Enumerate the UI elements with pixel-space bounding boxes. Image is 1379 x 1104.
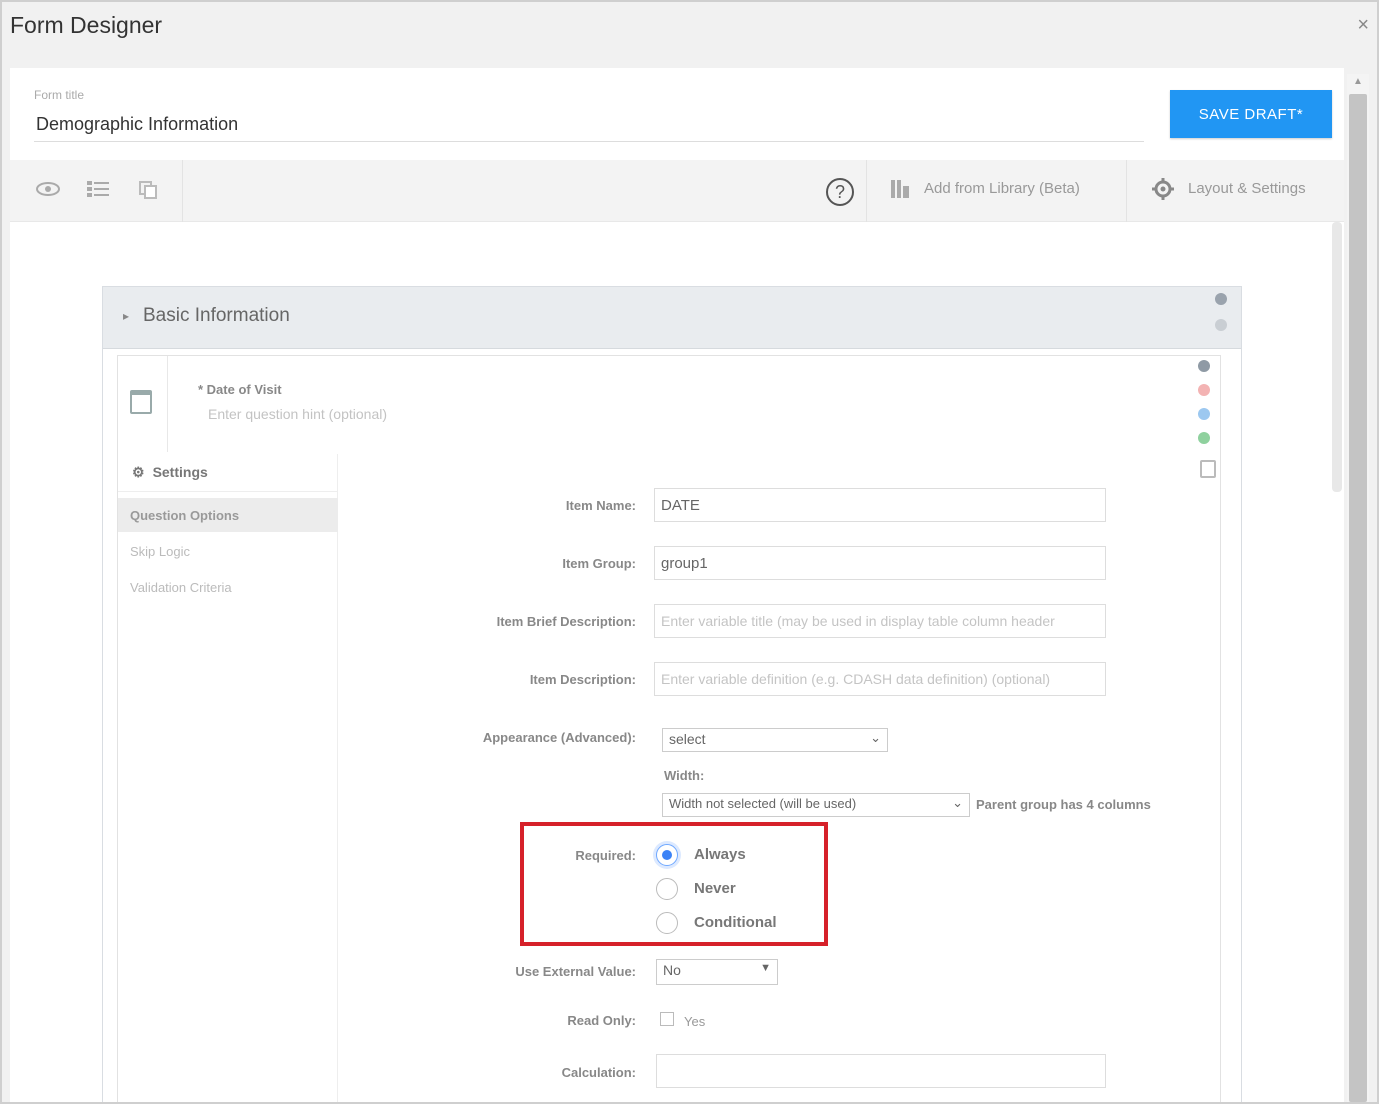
dialog-scrollbar-thumb[interactable] xyxy=(1349,94,1367,1102)
help-icon[interactable]: ? xyxy=(826,178,854,206)
title-bar: Form Designer × xyxy=(2,2,1377,68)
question-tools xyxy=(1198,360,1216,456)
designer-toolbar: ? Add from Library (Beta) Layout & Setti… xyxy=(10,160,1344,222)
scroll-up-icon[interactable]: ▲ xyxy=(1353,76,1363,87)
appearance-select-value: select xyxy=(669,731,706,747)
settings-nav-question-options[interactable]: Question Options xyxy=(118,498,338,532)
appearance-select[interactable]: select ⌄ xyxy=(662,728,888,752)
read-only-option-label: Yes xyxy=(684,1014,706,1029)
use-external-value-select-value: No xyxy=(663,962,681,978)
width-label: Width: xyxy=(664,768,705,783)
copy-icon[interactable] xyxy=(138,180,158,206)
item-brief-description-label: Item Brief Description: xyxy=(496,614,636,629)
item-group-label: Item Group: xyxy=(562,556,636,571)
item-brief-description-input[interactable] xyxy=(654,604,1106,638)
question-settings-icon[interactable] xyxy=(1198,360,1210,372)
section-settings-icon[interactable] xyxy=(1215,293,1227,305)
list-view-icon[interactable] xyxy=(86,180,110,204)
use-external-value-select[interactable]: No ▼ xyxy=(656,959,778,985)
width-select-value: Width not selected (will be used) xyxy=(669,796,857,811)
designer-content: Form title SAVE DRAFT* ? Add from Librar… xyxy=(10,68,1344,1102)
read-only-checkbox[interactable] xyxy=(660,1012,674,1026)
width-select[interactable]: Width not selected (will be used) ⌄ xyxy=(662,793,970,817)
settings-nav: ⚙ Settings Question Options Skip Logic Va… xyxy=(118,454,338,1102)
required-highlight-box xyxy=(520,822,828,946)
question-copy-icon[interactable] xyxy=(1200,460,1216,478)
item-name-input[interactable] xyxy=(654,488,1106,522)
calendar-icon xyxy=(130,390,152,414)
section-delete-icon[interactable] xyxy=(1215,319,1227,331)
item-group-input[interactable] xyxy=(654,546,1106,580)
question-add-icon[interactable] xyxy=(1198,432,1210,444)
question-duplicate-icon[interactable] xyxy=(1198,408,1210,420)
form-title-label: Form title xyxy=(34,88,85,102)
section-tools xyxy=(1215,293,1229,345)
dialog-scrollbar[interactable]: ▲ xyxy=(1347,74,1369,1102)
collapse-caret-icon[interactable]: ▸ xyxy=(123,309,129,323)
appearance-label: Appearance (Advanced): xyxy=(482,730,636,745)
question-type-cell xyxy=(118,356,168,452)
caret-down-icon: ▼ xyxy=(760,962,771,974)
calculation-label: Calculation: xyxy=(561,1065,636,1080)
settings-nav-skip-logic[interactable]: Skip Logic xyxy=(118,534,338,568)
content-scrollbar[interactable] xyxy=(1332,222,1342,492)
chevron-down-icon: ⌄ xyxy=(870,730,881,745)
form-designer-window: Form Designer × Form title SAVE DRAFT* ?… xyxy=(0,0,1379,1104)
preview-eye-icon[interactable] xyxy=(36,180,60,204)
toolbar-divider xyxy=(1126,160,1127,222)
section-header[interactable]: ▸ Basic Information xyxy=(103,287,1241,349)
form-title-input[interactable] xyxy=(34,108,1144,142)
section-title: Basic Information xyxy=(143,305,290,326)
close-icon[interactable]: × xyxy=(1357,14,1369,37)
gear-icon: ⚙ xyxy=(132,464,145,480)
question-title[interactable]: * Date of Visit xyxy=(198,382,282,397)
add-from-library-link[interactable]: Add from Library (Beta) xyxy=(924,180,1080,197)
read-only-label: Read Only: xyxy=(567,1013,636,1028)
item-name-label: Item Name: xyxy=(565,498,636,513)
library-icon[interactable] xyxy=(890,178,910,206)
question-hint[interactable]: Enter question hint (optional) xyxy=(208,406,387,422)
item-description-label: Item Description: xyxy=(529,672,636,687)
gear-icon[interactable] xyxy=(1152,178,1174,206)
question-delete-icon[interactable] xyxy=(1198,384,1210,396)
chevron-down-icon: ⌄ xyxy=(952,795,963,810)
settings-nav-validation-criteria[interactable]: Validation Criteria xyxy=(118,570,338,604)
calculation-input[interactable] xyxy=(656,1054,1106,1088)
window-title: Form Designer xyxy=(10,12,163,38)
use-external-value-label: Use External Value: xyxy=(515,964,636,979)
toolbar-divider xyxy=(182,160,183,222)
settings-nav-header: ⚙ Settings xyxy=(118,454,338,492)
width-note: Parent group has 4 columns xyxy=(976,797,1151,812)
toolbar-divider xyxy=(866,160,867,222)
item-description-input[interactable] xyxy=(654,662,1106,696)
settings-nav-title: Settings xyxy=(152,464,208,480)
save-draft-button[interactable]: SAVE DRAFT* xyxy=(1170,90,1332,138)
layout-settings-link[interactable]: Layout & Settings xyxy=(1188,180,1306,197)
